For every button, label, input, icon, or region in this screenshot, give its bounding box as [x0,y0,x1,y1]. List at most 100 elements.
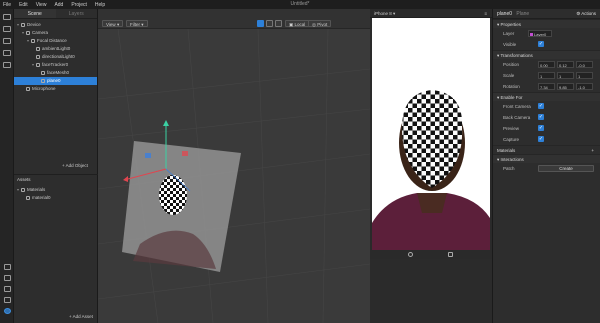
actions-button[interactable]: ⚙ Actions [576,9,596,19]
rotate-tool-icon[interactable] [266,20,273,27]
back-camera-checkbox[interactable]: ✓ [538,114,544,120]
export-icon[interactable] [3,275,11,281]
simulator-panel: iPhone 8 ▾ ≡ [370,9,492,259]
object-type: Plane [516,11,530,17]
move-tool-icon[interactable] [257,20,264,27]
upload-icon[interactable] [3,286,11,292]
tree-item[interactable]: ▾ Device [14,21,97,29]
video-icon[interactable] [2,26,11,32]
assets-panel: Assets ▾ Materials material0 + Add Asset [14,174,98,323]
view-dropdown[interactable]: View ▾ [102,20,124,27]
position-y-field[interactable]: 0.12 [557,61,574,68]
tree-item-label: Focal Distance [37,38,67,43]
section-properties[interactable]: ▾ Properties [493,19,600,28]
tree-item[interactable]: ▾ Focal Distance [14,37,97,45]
scale-tool-icon[interactable] [275,20,282,27]
menu-icon[interactable]: ≡ [484,9,487,18]
materials-label: Materials [497,148,516,153]
rotation-label: Rotation [503,84,520,89]
scene-tree: ▾ Device ▾ Camera ▾ Focal Distance ambientLigh… [14,19,97,93]
layer-row: Layer Layer0 [493,28,600,39]
scene-icon[interactable] [2,14,11,20]
tree-item-label: directionalLight0 [42,54,75,59]
section-materials[interactable]: Materials + [493,145,600,154]
refresh-icon[interactable] [2,50,11,56]
actions-label: Actions [581,11,596,16]
scale-x-field[interactable]: 1 [538,72,555,79]
position-row: Position 0.00 0.12 -0.0 [493,59,600,70]
tree-item-label: ambientLight0 [42,46,71,51]
add-asset-button[interactable]: + Add Asset [69,314,93,319]
help-icon[interactable] [3,308,11,314]
device-label: iPhone 8 [374,11,392,16]
section-interactions-label: Interactions [500,157,524,162]
layout-icon[interactable] [2,38,11,44]
preview-row: Preview ✓ [493,123,600,134]
tree-item[interactable]: plane0 [14,77,97,85]
object-icon [26,86,30,91]
filter-label: Filter [130,22,140,27]
rotation-y-field[interactable]: 9.85 [557,83,574,90]
scale-y-field[interactable]: 1 [557,72,574,79]
create-patch-button[interactable]: Create [538,165,594,172]
rotation-row: Rotation 7.34 9.85 -1.0 [493,81,600,92]
section-transformations[interactable]: ▾ Transformations [493,50,600,59]
tab-layers[interactable]: Layers [56,9,98,18]
menu-item-edit[interactable]: Edit [19,2,28,8]
scene-tabs: Scene Layers [14,9,97,19]
face-mesh-object[interactable] [159,175,187,215]
position-x-field[interactable]: 0.00 [538,61,555,68]
tree-item[interactable]: ▾ faceTracker0 [14,61,97,69]
tab-scene[interactable]: Scene [14,9,56,18]
tree-item[interactable]: ▾ Materials [14,186,98,194]
menu-item-view[interactable]: View [36,2,47,8]
viewport-canvas[interactable] [98,29,370,323]
menu-item-add[interactable]: Add [54,2,63,8]
filter-dropdown[interactable]: Filter ▾ [126,20,148,27]
patch-label: Patch [503,166,515,171]
scene-viewport[interactable]: View ▾ Filter ▾ ▣ Local ◎ Pivot [98,9,370,323]
object-icon [21,22,25,27]
back-camera-label: Back Camera [503,115,531,120]
menu-item-project[interactable]: Project [71,2,87,8]
position-z-field[interactable]: -0.0 [576,61,593,68]
device-selector[interactable]: iPhone 8 ▾ ≡ [370,9,492,18]
send-icon[interactable] [3,264,11,270]
scale-row: Scale 1 1 1 [493,70,600,81]
tree-item[interactable]: ambientLight0 [14,45,97,53]
tree-item[interactable]: Microphone [14,85,97,93]
local-toggle[interactable]: ▣ Local [285,20,310,27]
settings-icon[interactable] [3,297,11,303]
tree-item[interactable]: directionalLight0 [14,53,97,61]
pivot-toggle[interactable]: ◎ Pivot [308,20,332,27]
visible-checkbox[interactable]: ✓ [538,41,544,47]
scale-z-field[interactable]: 1 [576,72,593,79]
restart-icon[interactable] [408,252,413,257]
simulator-screen [372,18,490,250]
rotation-x-field[interactable]: 7.34 [538,83,555,90]
add-object-button[interactable]: + Add Object [62,163,88,168]
rotation-z-field[interactable]: -1.0 [576,83,593,90]
capture-checkbox[interactable]: ✓ [538,136,544,142]
tree-item-label: faceTracker0 [42,62,69,67]
search-icon[interactable] [2,62,11,68]
preview-checkbox[interactable]: ✓ [538,125,544,131]
flip-camera-icon[interactable] [448,252,453,257]
tree-item-label: Camera [32,30,49,35]
front-camera-checkbox[interactable]: ✓ [538,103,544,109]
object-icon [21,187,25,192]
menu-item-help[interactable]: Help [95,2,105,8]
section-interactions[interactable]: ▾ Interactions [493,154,600,163]
tree-item[interactable]: faceMesh0 [14,69,97,77]
object-icon [36,46,40,51]
capture-label: Capture [503,137,520,142]
section-properties-label: Properties [500,22,522,27]
layer-value: Layer0 [534,32,547,37]
camera-preview [372,18,490,250]
tree-item[interactable]: material0 [14,194,98,202]
section-enable-for[interactable]: ▾ Enable For [493,92,600,101]
menu-item-file[interactable]: File [3,2,11,8]
tree-item[interactable]: ▾ Camera [14,29,97,37]
properties-panel: plane0 Plane ⚙ Actions ▾ Properties Laye… [492,9,600,323]
layer-select[interactable]: Layer0 [528,30,552,37]
